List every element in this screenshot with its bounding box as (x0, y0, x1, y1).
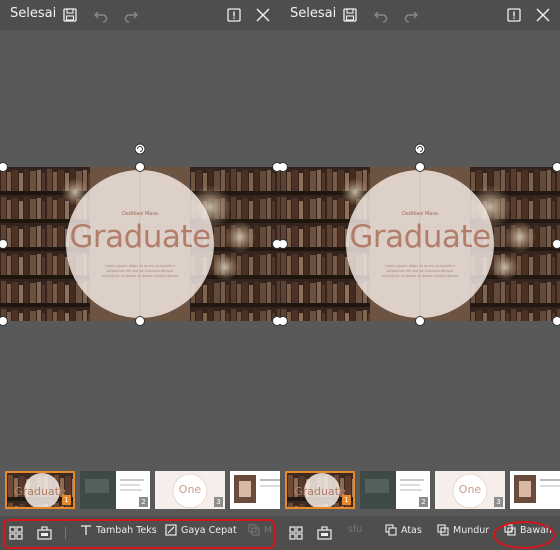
slide-thumbnail[interactable]: 4 (510, 471, 560, 509)
thumbnail-number: 3 (494, 497, 503, 507)
slide-thumbnail[interactable]: Graduate 1 (285, 471, 355, 509)
redo-icon[interactable] (403, 7, 419, 23)
slide-thumbnail[interactable]: Graduate 1 (5, 471, 75, 509)
slide-thumbnail[interactable]: 2 (360, 471, 430, 509)
undo-icon[interactable] (373, 7, 389, 23)
resize-handle-top[interactable] (135, 162, 145, 172)
layout-grid-icon[interactable] (289, 526, 303, 540)
save-icon[interactable] (62, 7, 78, 23)
thumbnail-number: 1 (342, 495, 351, 505)
slide-thumbnail[interactable]: 2 (80, 471, 150, 509)
slide-title[interactable]: Graduate (0, 219, 280, 255)
resize-handle-top-right[interactable] (552, 162, 560, 172)
thumbnail-label: One (458, 483, 482, 496)
resize-handle-right[interactable] (272, 239, 280, 249)
slide-thumbnail-strip: Graduate 1 2 One 3 (0, 469, 280, 511)
send-backward-icon (437, 524, 449, 536)
top-bar: Selesai (280, 0, 560, 30)
thumbnail-desk-image (230, 471, 280, 509)
slide-canvas[interactable]: Dedikasi Masa Graduate Lorem ipsum dolor… (280, 167, 560, 321)
close-icon[interactable] (255, 7, 271, 23)
resize-handle-top[interactable] (415, 162, 425, 172)
slide-canvas[interactable]: Dedikasi Masa Graduate Lorem ipsum dolor… (0, 167, 280, 321)
resize-handle-bottom-right[interactable] (272, 316, 280, 326)
cut-off-button[interactable]: sfu (348, 524, 362, 535)
close-icon[interactable] (535, 7, 551, 23)
thumbnail-desk-image (510, 471, 560, 509)
slide-subtitle: Dedikasi Masa (402, 211, 438, 217)
highlight-ellipse (493, 521, 555, 549)
rotate-handle-icon[interactable] (414, 143, 426, 155)
slide-subtitle: Dedikasi Masa (122, 211, 158, 217)
rotate-handle-icon[interactable] (134, 143, 146, 155)
cut-off-label: sfu (348, 524, 363, 535)
slide-thumbnail[interactable]: One 3 (435, 471, 505, 509)
resize-handle-bottom-right[interactable] (552, 316, 560, 326)
body-line: incididunt ut labore et dolore magna ali… (102, 274, 178, 278)
thumbnail-number: 2 (419, 497, 428, 507)
left-editor-panel: Selesai Dedikasi Masa Graduate Lorem ips… (0, 0, 280, 550)
save-icon[interactable] (342, 7, 358, 23)
thumbnail-label: One (178, 483, 202, 496)
slide-title[interactable]: Graduate (280, 219, 560, 255)
done-button[interactable]: Selesai (10, 6, 56, 21)
resize-handle-bottom[interactable] (415, 316, 425, 326)
bring-front-button[interactable]: Atas (385, 524, 422, 536)
slide-body: Lorem ipsum dolor sit amet consectetur a… (0, 264, 280, 279)
body-line: incididunt ut labore et dolore magna ali… (382, 274, 458, 278)
highlight-rectangle (3, 519, 275, 549)
resize-handle-bottom-left[interactable] (280, 316, 288, 326)
bring-front-label: Atas (401, 524, 422, 536)
resize-handle-bottom-left[interactable] (0, 316, 8, 326)
resize-handle-right[interactable] (552, 239, 560, 249)
slide-thumbnail-strip: Graduate 1 2 One 3 (280, 469, 560, 511)
redo-icon[interactable] (123, 7, 139, 23)
thumbnail-number: 1 (62, 495, 71, 505)
right-editor-panel: Selesai Dedikasi Masa Graduate Lorem ips… (280, 0, 560, 550)
notes-icon[interactable] (506, 7, 522, 23)
send-backward-label: Mundur (453, 524, 490, 536)
thumbnail-number: 2 (139, 497, 148, 507)
undo-icon[interactable] (93, 7, 109, 23)
top-bar: Selesai (0, 0, 280, 30)
slide-design-icon[interactable] (317, 526, 332, 540)
resize-handle-top-right[interactable] (272, 162, 280, 172)
send-backward-button[interactable]: Mundur (437, 524, 489, 536)
slide-thumbnail[interactable]: One 3 (155, 471, 225, 509)
slide-thumbnail[interactable]: 4 (230, 471, 280, 509)
bring-front-icon (385, 524, 397, 536)
slide-body: Lorem ipsum dolor sit amet consectetur a… (280, 264, 560, 279)
thumbnail-number: 3 (214, 497, 223, 507)
notes-icon[interactable] (226, 7, 242, 23)
done-button[interactable]: Selesai (290, 6, 336, 21)
resize-handle-bottom[interactable] (135, 316, 145, 326)
